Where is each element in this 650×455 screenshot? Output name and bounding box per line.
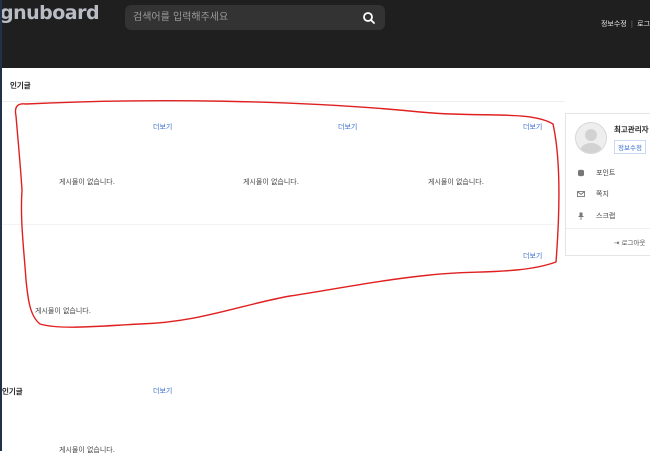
menu-separator: | bbox=[630, 20, 634, 28]
menu-item-scrap[interactable]: 스크랩 bbox=[566, 209, 650, 224]
edit-profile-link[interactable]: 정보수정 bbox=[601, 20, 627, 28]
more-link[interactable]: 더보기 bbox=[523, 122, 542, 132]
user-menu: 정보수정 | 로그 bbox=[601, 19, 650, 29]
more-link[interactable]: 더보기 bbox=[153, 122, 172, 132]
menu-label: 포인트 bbox=[596, 169, 616, 177]
section-title: 인기글 bbox=[2, 387, 23, 396]
page-title: 인기글 bbox=[10, 81, 31, 90]
empty-message: 게시물이 없습니다. bbox=[428, 178, 484, 186]
profile-divider bbox=[566, 228, 650, 229]
menu-item-point[interactable]: 포인트 bbox=[566, 166, 650, 181]
header-bar: gnuboard 정보수정|로그 bbox=[0, 0, 650, 68]
empty-message: 게시물이 없습니다. bbox=[35, 307, 91, 315]
coin-icon bbox=[577, 169, 585, 177]
search-box bbox=[125, 5, 385, 30]
menu-label: 쪽지 bbox=[596, 190, 609, 198]
pin-icon bbox=[577, 212, 585, 220]
envelope-icon bbox=[577, 190, 585, 198]
more-link[interactable]: 더보기 bbox=[153, 386, 172, 396]
search-input[interactable] bbox=[133, 5, 353, 30]
more-link[interactable]: 더보기 bbox=[523, 251, 542, 261]
menu-item-memo[interactable]: 쪽지 bbox=[566, 187, 650, 202]
empty-message: 게시물이 없습니다. bbox=[59, 446, 115, 454]
more-link[interactable]: 더보기 bbox=[338, 122, 357, 132]
profile-box: 최고관리자 정보수정 포인트 쪽지 스크랩 ⇥ 로그아웃 bbox=[565, 113, 650, 256]
title-divider bbox=[0, 101, 565, 102]
sign-out-icon: ⇥ bbox=[614, 239, 622, 247]
profile-name[interactable]: 최고관리자 bbox=[614, 124, 649, 135]
avatar[interactable] bbox=[575, 122, 607, 154]
row-divider bbox=[0, 224, 555, 225]
empty-message: 게시물이 없습니다. bbox=[243, 178, 299, 186]
logout-button[interactable]: ⇥ 로그아웃 bbox=[614, 237, 645, 247]
menu-label: 스크랩 bbox=[596, 212, 616, 220]
empty-message: 게시물이 없습니다. bbox=[59, 178, 115, 186]
site-logo[interactable]: gnuboard bbox=[0, 2, 100, 24]
search-icon[interactable] bbox=[361, 10, 377, 26]
window-edge bbox=[0, 0, 2, 451]
logout-link[interactable]: 로그 bbox=[637, 20, 650, 28]
edit-profile-button[interactable]: 정보수정 bbox=[614, 140, 646, 154]
